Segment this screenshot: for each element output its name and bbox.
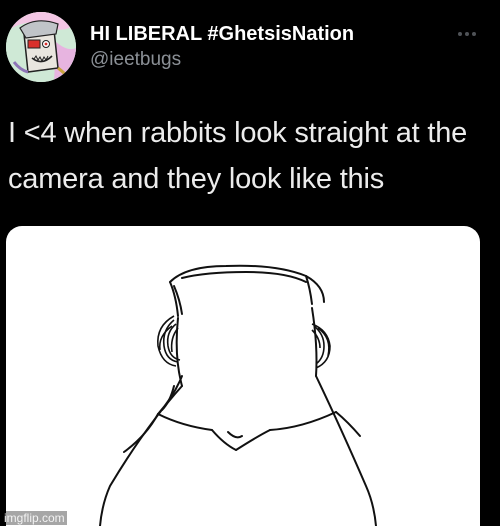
- tweet: HI LIBERAL #GhetsisNation @ieetbugs I <4…: [0, 0, 500, 526]
- avatar-image: [6, 12, 76, 82]
- author-handle[interactable]: @ieetbugs: [90, 48, 450, 72]
- avatar[interactable]: [6, 12, 76, 82]
- tweet-media[interactable]: [6, 226, 480, 526]
- tweet-text: I <4 when rabbits look straight at the c…: [8, 117, 468, 195]
- author-info: HI LIBERAL #GhetsisNation @ieetbugs: [90, 22, 450, 72]
- rabbit-drawing: [99, 264, 377, 526]
- more-horizontal-icon[interactable]: [456, 26, 478, 36]
- watermark: imgflip.com: [2, 511, 67, 525]
- author-display-name[interactable]: HI LIBERAL #GhetsisNation: [90, 22, 450, 46]
